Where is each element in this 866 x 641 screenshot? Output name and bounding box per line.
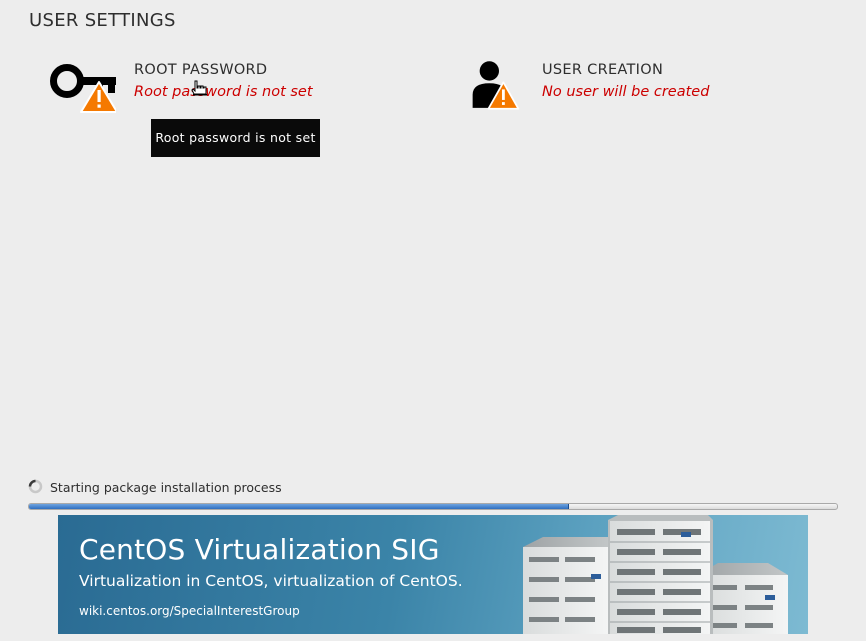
banner-subtitle: Virtualization in CentOS, virtualization… (79, 572, 463, 590)
user-warning-icon (472, 61, 520, 110)
spoke-user-creation[interactable]: USER CREATION No user will be created (470, 56, 750, 116)
spoke-status: Root password is not set (134, 84, 313, 100)
spinner-icon (28, 479, 43, 494)
spoke-title: USER CREATION (542, 62, 664, 78)
spoke-root-password[interactable]: ROOT PASSWORD Root password is not set (50, 56, 330, 116)
progress-bar (28, 503, 838, 510)
key-warning-icon (50, 64, 116, 113)
progress-row: Starting package installation process (28, 478, 838, 498)
banner-url: wiki.centos.org/SpecialInterestGroup (79, 604, 300, 618)
banner-title: CentOS Virtualization SIG (79, 533, 440, 566)
progress-fill (29, 504, 569, 509)
progress-label: Starting package installation process (50, 480, 282, 495)
server-rack-illustration (523, 515, 788, 634)
promo-banner: CentOS Virtualization SIG Virtualization… (58, 515, 808, 634)
section-title: USER SETTINGS (29, 10, 176, 31)
installer-hub: USER SETTINGS ROOT PASSWORD Root passwor… (0, 0, 866, 641)
hand-cursor-icon (191, 80, 207, 96)
spoke-status: No user will be created (542, 84, 710, 100)
tooltip: Root password is not set (151, 119, 320, 157)
spoke-title: ROOT PASSWORD (134, 62, 268, 78)
